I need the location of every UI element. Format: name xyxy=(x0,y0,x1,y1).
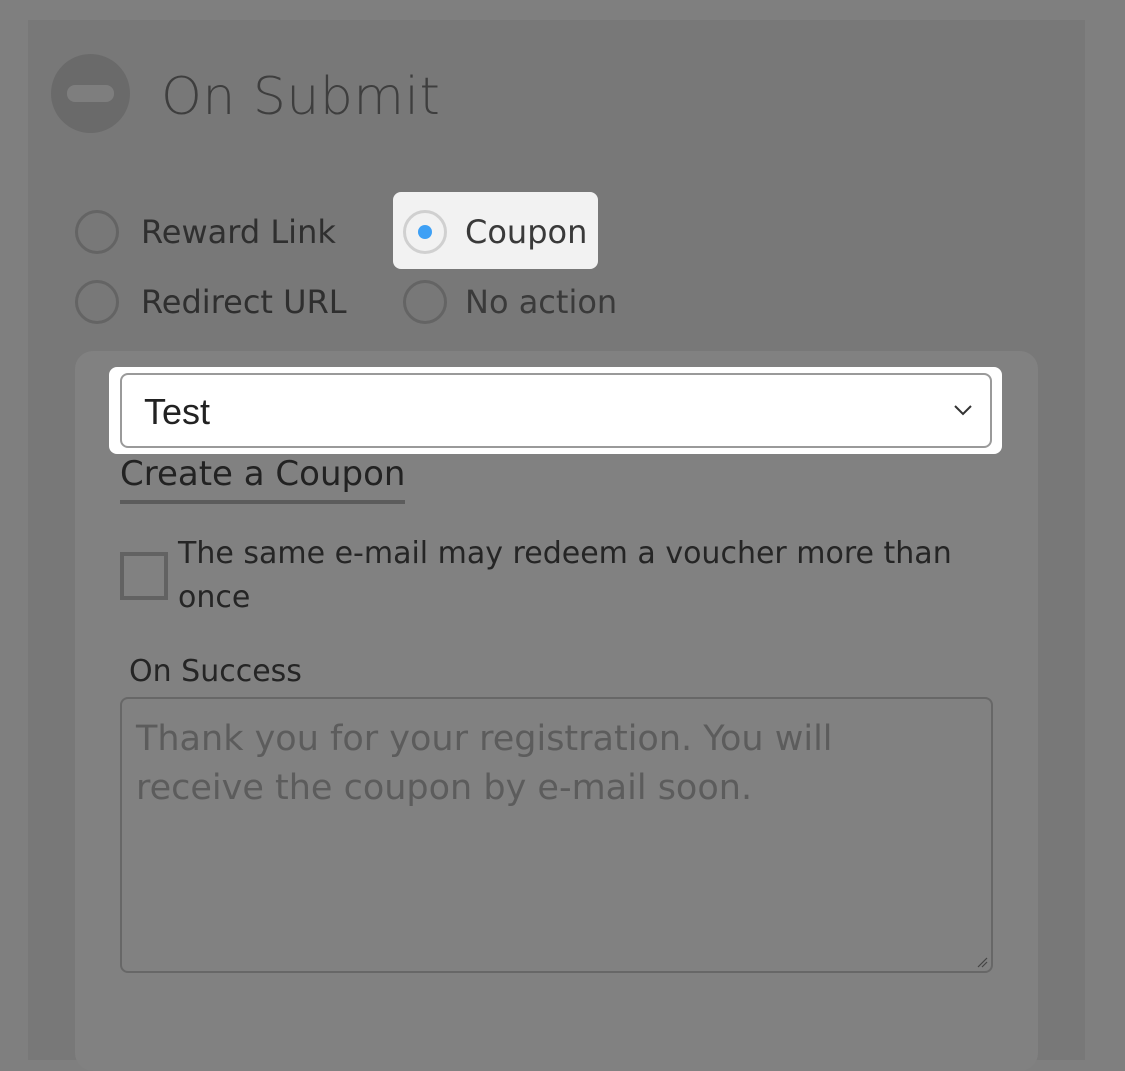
radio-label-reward-link: Reward Link xyxy=(141,213,336,251)
radio-selected-dot xyxy=(418,225,432,239)
section-title: On Submit xyxy=(161,67,441,127)
chevron-down-icon xyxy=(954,405,972,416)
radio-label-no-action: No action xyxy=(465,283,618,321)
radio-option-coupon[interactable]: Coupon xyxy=(403,210,587,254)
minus-icon xyxy=(67,85,114,102)
on-success-textarea[interactable]: Thank you for your registration. You wil… xyxy=(120,697,993,973)
radio-option-redirect-url[interactable]: Redirect URL xyxy=(75,280,347,324)
radio-option-reward-link[interactable]: Reward Link xyxy=(75,210,336,254)
radio-label-redirect-url: Redirect URL xyxy=(141,283,347,321)
radio-option-no-action[interactable]: No action xyxy=(403,280,617,324)
resize-handle-icon[interactable] xyxy=(976,956,988,968)
on-success-label: On Success xyxy=(129,654,302,689)
on-success-placeholder: Thank you for your registration. You wil… xyxy=(136,719,833,808)
coupon-select-value: Test xyxy=(144,391,211,432)
radio-label-coupon: Coupon xyxy=(465,213,588,251)
allow-multiple-redeem-label: The same e-mail may redeem a voucher mor… xyxy=(178,536,952,615)
coupon-select[interactable]: Test xyxy=(120,373,992,448)
create-coupon-link[interactable]: Create a Coupon xyxy=(120,452,406,504)
allow-multiple-redeem-checkbox[interactable] xyxy=(120,552,168,600)
radio-no-action[interactable] xyxy=(403,280,447,324)
radio-reward-link[interactable] xyxy=(75,210,119,254)
radio-redirect-url[interactable] xyxy=(75,280,119,324)
collapse-section-button[interactable] xyxy=(51,54,130,133)
radio-coupon[interactable] xyxy=(403,210,447,254)
